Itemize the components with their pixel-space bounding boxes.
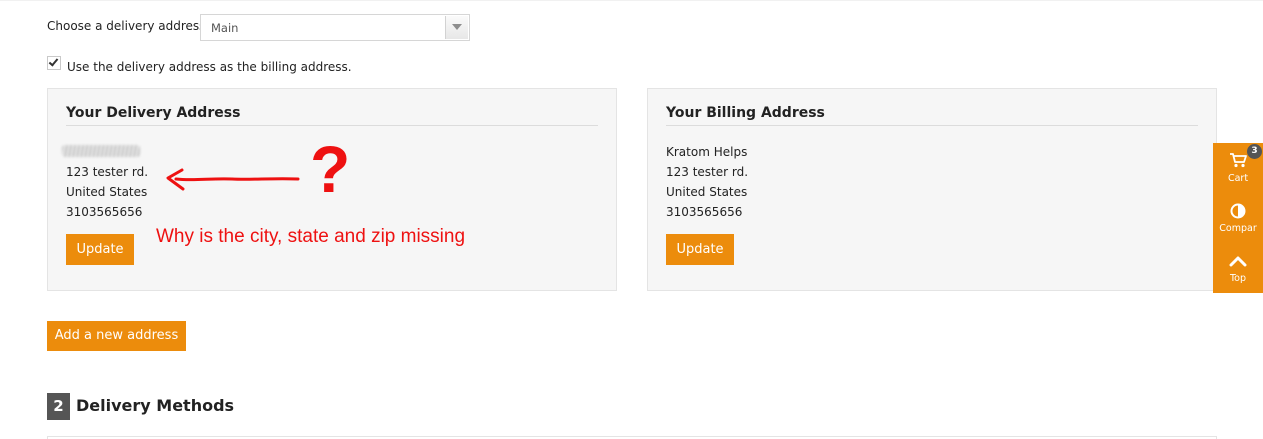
divider [666,125,1198,126]
side-toolbar-cart[interactable]: 3 Cart [1213,143,1263,191]
dropdown-button[interactable] [445,16,468,39]
delivery-address-title: Your Delivery Address [66,105,241,121]
side-toolbar-compare-label: Compar [1219,223,1257,234]
billing-address-panel: Your Billing Address Kratom Helps 123 te… [647,88,1217,291]
annotation-question-mark: ? [310,132,351,206]
billing-address-line: 123 tester rd. [666,165,749,179]
side-toolbar: 3 Cart Compar Top [1213,143,1263,293]
use-delivery-as-billing-checkbox[interactable] [47,56,61,70]
side-toolbar-top-label: Top [1229,273,1247,284]
redacted-name [62,145,140,157]
annotation-text: Why is the city, state and zip missing [156,226,466,247]
delivery-address-line: 3103565656 [66,205,143,219]
delivery-address-line: United States [66,185,148,199]
step-number-badge: 2 [47,393,70,420]
use-delivery-as-billing-label[interactable]: Use the delivery address as the billing … [67,60,352,74]
billing-address-line: United States [666,185,748,199]
compare-icon [1230,203,1246,219]
side-toolbar-top[interactable]: Top [1213,243,1263,291]
divider [66,125,598,126]
side-toolbar-compare[interactable]: Compar [1213,193,1263,241]
billing-address-line: 3103565656 [666,205,743,219]
delivery-address-select[interactable]: Main [200,14,470,41]
chevron-down-icon [452,24,462,30]
annotation-arrow-icon [166,168,300,191]
cart-count-badge: 3 [1247,144,1262,159]
billing-address-line: Kratom Helps [666,145,748,159]
add-new-address-button[interactable]: Add a new address [47,321,186,351]
delivery-address-select-label: Choose a delivery address: [47,19,210,33]
delivery-address-select-value: Main [211,21,239,35]
delivery-update-button[interactable]: Update [66,234,134,265]
billing-update-button[interactable]: Update [666,234,734,265]
chevron-up-icon [1229,256,1247,267]
cart-icon [1230,153,1247,168]
billing-address-title: Your Billing Address [666,105,825,121]
delivery-address-line: 123 tester rd. [66,165,149,179]
step-title: Delivery Methods [76,396,235,415]
side-toolbar-cart-label: Cart [1227,173,1249,184]
checkmark-icon [48,56,59,67]
top-divider [0,0,1263,1]
